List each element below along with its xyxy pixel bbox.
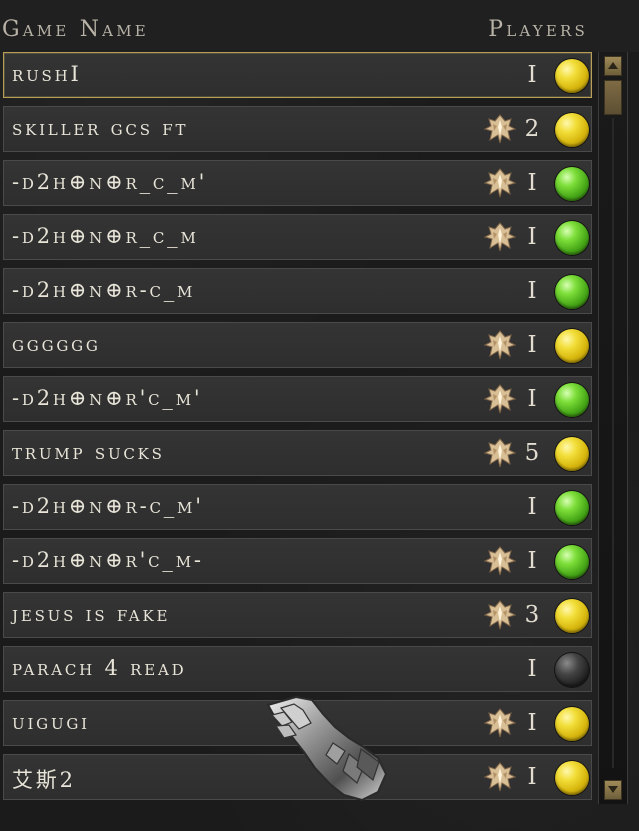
status-light-icon: [555, 707, 589, 741]
game-name: gggggg: [12, 332, 101, 356]
hardcore-icon: [480, 167, 520, 199]
players-count: I: [527, 386, 537, 412]
status-light-icon: [555, 59, 589, 93]
game-name: -d2h⊕n⊕r-c_m: [12, 278, 196, 302]
games-scrollbar[interactable]: [598, 52, 628, 804]
status-light-icon: [555, 113, 589, 147]
game-row[interactable]: jesus is fake 3: [3, 592, 592, 638]
players-count: 2: [524, 116, 540, 142]
hardcore-icon-svg: [483, 114, 517, 144]
scroll-up-button[interactable]: [604, 56, 622, 76]
status-light-icon: [555, 275, 589, 309]
hardcore-icon: [480, 221, 520, 253]
scroll-thumb[interactable]: [604, 80, 622, 115]
hardcore-icon: [480, 113, 520, 145]
game-name: parach 4 read: [12, 656, 187, 680]
status-light-icon: [555, 221, 589, 255]
status-light-icon: [555, 653, 589, 687]
players-count: I: [527, 170, 537, 196]
hardcore-icon-svg: [483, 762, 517, 792]
game-name: -d2h⊕n⊕r-c_m': [12, 494, 204, 518]
status-light-icon: [555, 545, 589, 579]
players-count: 3: [524, 602, 540, 628]
players-count: I: [527, 656, 537, 682]
scroll-down-button[interactable]: [604, 780, 622, 800]
hardcore-icon-svg: [483, 708, 517, 738]
game-name: -d2h⊕n⊕r'c_m-: [12, 548, 204, 572]
players-count: I: [527, 494, 537, 520]
game-row[interactable]: -d2h⊕n⊕r-c_m' I: [3, 484, 592, 530]
game-row[interactable]: -d2h⊕n⊕r_c_m' I: [3, 160, 592, 206]
hardcore-icon: [480, 761, 520, 793]
hardcore-icon: [480, 437, 520, 469]
game-name: jesus is fake: [12, 602, 171, 626]
game-name: -d2h⊕n⊕r'c_m': [12, 386, 203, 410]
players-count: I: [527, 764, 537, 790]
hardcore-icon-svg: [483, 222, 517, 252]
game-row[interactable]: gggggg I: [3, 322, 592, 368]
status-light-icon: [555, 167, 589, 201]
games-list-header: Game Name Players: [0, 0, 639, 52]
hardcore-icon: [480, 599, 520, 631]
status-light-icon: [555, 383, 589, 417]
hardcore-icon-svg: [483, 600, 517, 630]
hardcore-icon-svg: [483, 438, 517, 468]
game-row[interactable]: rushI I: [3, 52, 592, 98]
game-name: rushI: [12, 62, 82, 86]
game-row[interactable]: -d2h⊕n⊕r'c_m- I: [3, 538, 592, 584]
hardcore-icon: [480, 383, 520, 415]
game-name: uigugi: [12, 710, 90, 734]
status-light-icon: [555, 761, 589, 795]
players-count: I: [527, 62, 537, 88]
hardcore-icon-svg: [483, 330, 517, 360]
players-count: 5: [524, 440, 540, 466]
game-name-column-header: Game Name: [2, 17, 149, 42]
game-row[interactable]: skiller gcs ft 2: [3, 106, 592, 152]
hardcore-icon: [480, 329, 520, 361]
hardcore-icon-svg: [483, 546, 517, 576]
hardcore-icon-svg: [483, 384, 517, 414]
status-light-icon: [555, 437, 589, 471]
game-row[interactable]: -d2h⊕n⊕r'c_m' I: [3, 376, 592, 422]
game-name: trump sucks: [12, 440, 165, 464]
game-row[interactable]: -d2h⊕n⊕r_c_m I: [3, 214, 592, 260]
game-name: skiller gcs ft: [12, 116, 189, 140]
game-row[interactable]: -d2h⊕n⊕r-c_m I: [3, 268, 592, 314]
players-count: I: [527, 548, 537, 574]
players-count: I: [527, 278, 537, 304]
players-count: I: [527, 224, 537, 250]
hardcore-icon: [480, 707, 520, 739]
games-list: rushI I skiller gcs ft 2 -d2h⊕n⊕r_c_m' I…: [0, 52, 598, 812]
game-row[interactable]: uigugi I: [3, 700, 592, 746]
game-name: -d2h⊕n⊕r_c_m': [12, 170, 208, 194]
players-column-header: Players: [488, 17, 588, 42]
game-row[interactable]: parach 4 read I: [3, 646, 592, 692]
game-row[interactable]: 艾斯2 I: [3, 754, 592, 800]
hardcore-icon: [480, 545, 520, 577]
game-row[interactable]: trump sucks 5: [3, 430, 592, 476]
status-light-icon: [555, 491, 589, 525]
scroll-track[interactable]: [612, 118, 614, 768]
status-light-icon: [555, 599, 589, 633]
game-name: 艾斯2: [12, 768, 76, 792]
players-count: I: [527, 332, 537, 358]
game-name: -d2h⊕n⊕r_c_m: [12, 224, 199, 248]
status-light-icon: [555, 329, 589, 363]
hardcore-icon-svg: [483, 168, 517, 198]
players-count: I: [527, 710, 537, 736]
